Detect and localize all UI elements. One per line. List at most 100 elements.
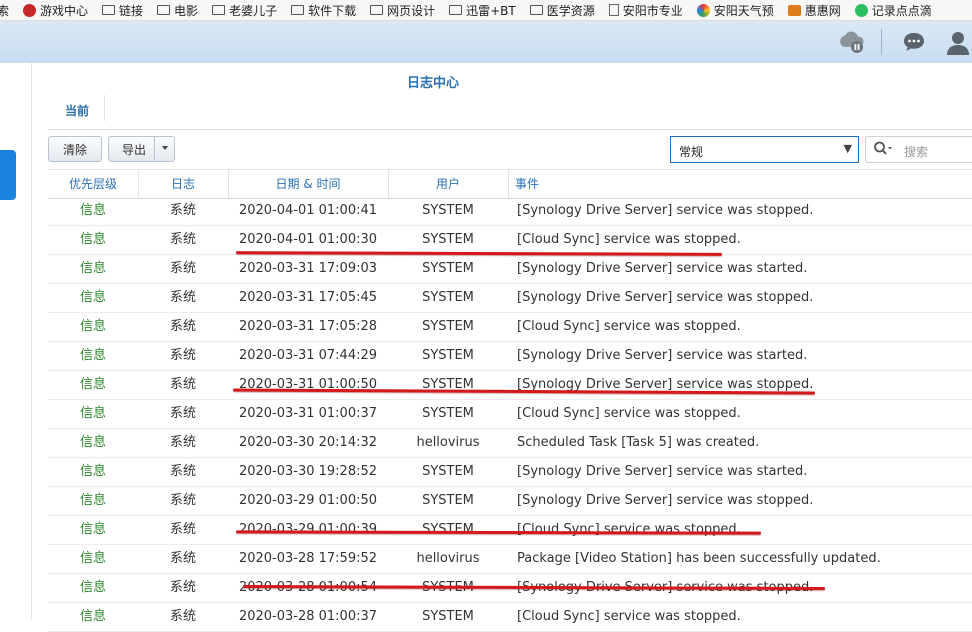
datetime-cell: 2020-03-31 17:09:03 xyxy=(238,261,378,276)
user-cell: SYSTEM xyxy=(422,609,474,624)
event-cell: [Synology Drive Server] service was stop… xyxy=(517,290,814,305)
table-row[interactable]: 信息 系统 2020-03-28 17:59:52 hellovirus Package… xyxy=(48,545,972,574)
datetime-cell: 2020-03-31 07:44:29 xyxy=(238,348,378,363)
event-cell: [Synology Drive Server] service was star… xyxy=(517,261,808,276)
column-header-user[interactable]: 用户 xyxy=(388,170,508,198)
bookmark-label: 老婆儿子 xyxy=(229,3,278,18)
bookmark-item[interactable]: 安阳市专业 xyxy=(608,2,683,19)
bookmark-item[interactable]: 电影 xyxy=(157,2,198,19)
event-cell: [Cloud Sync] service was stopped. xyxy=(517,319,741,334)
table-row[interactable]: 信息 系统 2020-03-31 01:00:37 SYSTEM [Cloud Sync… xyxy=(48,400,972,429)
bookmark-item[interactable]: 老婆儿子 xyxy=(212,2,277,19)
log-cell: 系统 xyxy=(169,232,196,247)
folder-icon xyxy=(102,5,116,15)
export-label: 导出 xyxy=(122,142,147,157)
bookmark-item[interactable]: 医学资源 xyxy=(529,2,595,19)
priority-cell: 信息 xyxy=(79,609,106,624)
priority-cell: 信息 xyxy=(79,319,106,334)
bookmark-label: 医学资源 xyxy=(546,3,595,18)
clear-button[interactable]: 清除 xyxy=(48,136,102,162)
bookmark-item[interactable]: 迅雷+BT xyxy=(449,2,516,19)
cloud-sync-icon[interactable] xyxy=(837,29,867,59)
event-cell: [Synology Drive Server] service was star… xyxy=(517,464,808,479)
priority-cell: 信息 xyxy=(79,261,106,276)
log-cell: 系统 xyxy=(169,377,196,392)
filter-select[interactable]: 常规 ▼ xyxy=(670,136,859,163)
datetime-cell: 2020-03-31 17:05:45 xyxy=(238,290,378,305)
datetime-cell: 2020-03-29 01:00:50 xyxy=(238,493,378,508)
log-table-header: 优先层级 日志 日期 & 时间 用户 事件 xyxy=(48,169,972,199)
bookmark-item[interactable]: 游戏中心 xyxy=(23,2,88,19)
bookmark-item[interactable]: 安阳天气预 xyxy=(696,2,774,19)
bookmark-item[interactable]: 记录点点滴 xyxy=(854,2,932,19)
priority-cell: 信息 xyxy=(79,522,106,537)
table-row[interactable]: 信息 系统 2020-03-31 17:09:03 SYSTEM [Synology D… xyxy=(48,255,972,284)
datetime-cell: 2020-04-01 01:00:30 xyxy=(238,232,378,247)
bookmark-label: 链接 xyxy=(119,3,144,18)
folder-icon xyxy=(370,5,384,15)
priority-cell: 信息 xyxy=(79,406,106,421)
priority-cell: 信息 xyxy=(79,551,106,566)
table-row[interactable]: 信息 系统 2020-03-30 19:28:52 SYSTEM [Synology D… xyxy=(48,458,972,487)
filter-value: 常规 xyxy=(679,145,704,159)
bookmark-item[interactable]: 软件下载 xyxy=(291,2,356,19)
bookmark-item[interactable]: 索 xyxy=(0,2,9,19)
export-button[interactable]: 导出 xyxy=(108,136,175,162)
chat-icon[interactable] xyxy=(902,30,926,58)
event-cell: Package [Video Station] has been success… xyxy=(517,551,881,566)
table-row[interactable]: 信息 系统 2020-03-29 01:00:50 SYSTEM [Synology D… xyxy=(48,487,972,516)
column-separator[interactable] xyxy=(508,170,509,198)
log-cell: 系统 xyxy=(169,319,196,334)
evernote-icon xyxy=(854,3,868,17)
search-input[interactable]: 搜索 xyxy=(865,136,972,163)
datetime-cell: 2020-03-28 01:00:37 xyxy=(238,609,378,624)
user-cell: SYSTEM xyxy=(422,493,474,508)
event-cell: [Synology Drive Server] service was stop… xyxy=(517,377,814,392)
priority-cell: 信息 xyxy=(79,377,106,392)
column-header-datetime[interactable]: 日期 & 时间 xyxy=(228,170,388,198)
folder-icon xyxy=(449,5,463,15)
log-cell: 系统 xyxy=(169,464,196,479)
datetime-cell: 2020-03-31 17:05:28 xyxy=(238,319,378,334)
table-row[interactable]: 信息 系统 2020-03-28 01:00:37 SYSTEM [Cloud Sync… xyxy=(48,603,972,632)
dropdown-arrow-icon[interactable] xyxy=(162,146,168,150)
log-cell: 系统 xyxy=(169,290,196,305)
folder-icon xyxy=(529,5,543,15)
log-cell: 系统 xyxy=(169,493,196,508)
table-row[interactable]: 信息 系统 2020-03-31 07:44:29 SYSTEM [Synology D… xyxy=(48,342,972,371)
user-icon[interactable] xyxy=(945,30,971,60)
log-cell: 系统 xyxy=(169,261,196,276)
bookmark-item[interactable]: 链接 xyxy=(102,2,143,19)
event-cell: [Cloud Sync] service was stopped. xyxy=(517,406,741,421)
table-row[interactable]: 信息 系统 2020-03-30 20:14:32 hellovirus Schedul… xyxy=(48,429,972,458)
user-cell: SYSTEM xyxy=(422,319,474,334)
priority-cell: 信息 xyxy=(79,580,106,595)
user-cell: SYSTEM xyxy=(422,377,474,392)
table-row[interactable]: 信息 系统 2020-03-31 17:05:28 SYSTEM [Cloud Sync… xyxy=(48,313,972,342)
left-accent-tab[interactable] xyxy=(0,150,16,200)
table-row[interactable]: 信息 系统 2020-03-31 17:05:45 SYSTEM [Synology D… xyxy=(48,284,972,313)
column-header-event[interactable]: 事件 xyxy=(515,170,539,198)
folder-icon xyxy=(212,5,226,15)
bookmark-label: 记录点点滴 xyxy=(871,3,932,18)
chevron-down-icon: ▼ xyxy=(843,142,852,155)
search-placeholder: 搜索 xyxy=(904,145,929,159)
bookmark-item[interactable]: 网页设计 xyxy=(370,2,435,19)
table-row[interactable]: 信息 系统 2020-04-01 01:00:41 SYSTEM [Synology D… xyxy=(48,197,972,226)
user-cell: SYSTEM xyxy=(422,348,474,363)
column-header-priority[interactable]: 优先层级 xyxy=(48,170,138,198)
table-row[interactable]: 信息 系统 2020-04-01 01:00:30 SYSTEM [Cloud Sync… xyxy=(48,226,972,255)
bookmark-item[interactable]: 惠惠网 xyxy=(787,2,841,19)
event-cell: [Cloud Sync] service was stopped. xyxy=(517,609,741,624)
log-cell: 系统 xyxy=(169,203,196,218)
page-icon xyxy=(608,4,619,16)
column-header-log[interactable]: 日志 xyxy=(138,170,228,198)
tab-current[interactable]: 当前 xyxy=(65,102,89,119)
search-icon[interactable] xyxy=(873,141,893,161)
bookmark-label: 索 xyxy=(0,2,9,19)
bookmarks-bar: 索 游戏中心 链接 电影 老婆儿子 软件下载 网页设计 迅雷+BT 医学资源 安… xyxy=(0,0,972,21)
table-row[interactable]: 信息 系统 2020-03-31 01:00:50 SYSTEM [Synology D… xyxy=(48,371,972,400)
left-panel xyxy=(0,63,32,619)
event-cell: [Cloud Sync] service was stopped. xyxy=(517,232,741,247)
bookmark-label: 软件下载 xyxy=(308,3,357,18)
